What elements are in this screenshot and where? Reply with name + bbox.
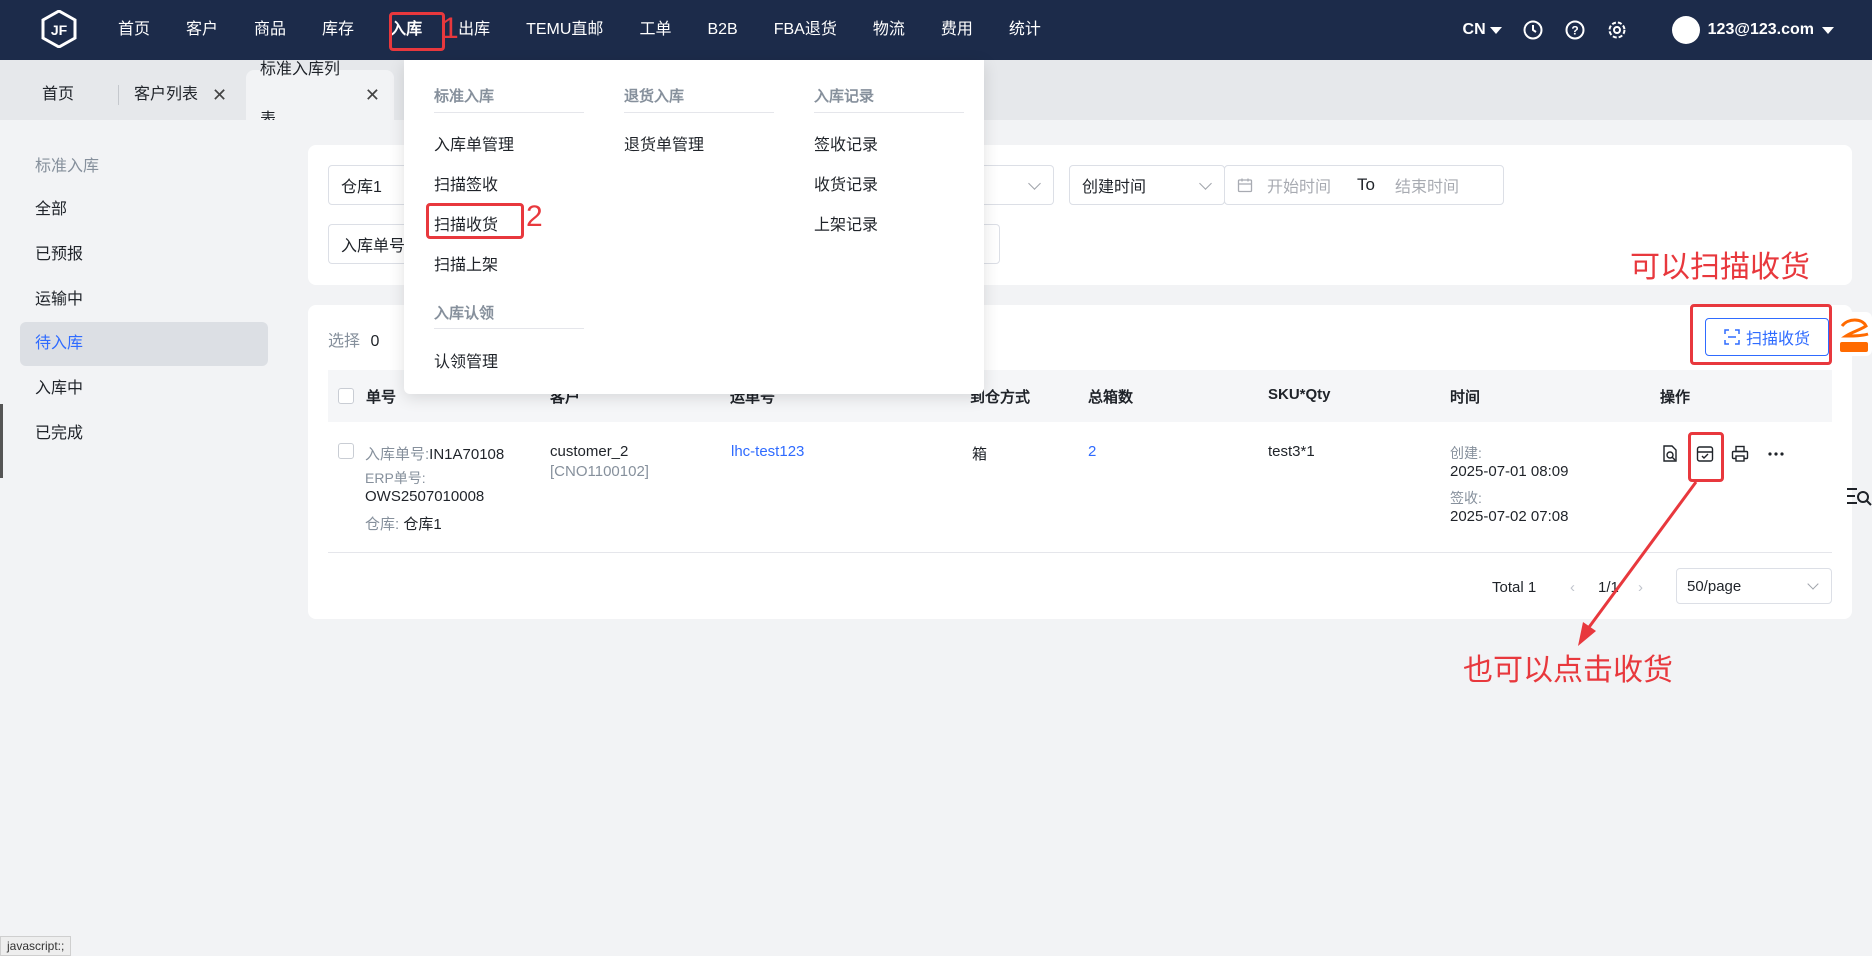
annotation-note-click: 也可以点击收货 [1463,654,1673,687]
annotation-step-1: 1 [442,12,459,45]
annotation-step-2: 2 [526,200,543,233]
annotation-arrow [1578,481,1698,646]
annotation-note-scan: 可以扫描收货 [1630,251,1810,284]
